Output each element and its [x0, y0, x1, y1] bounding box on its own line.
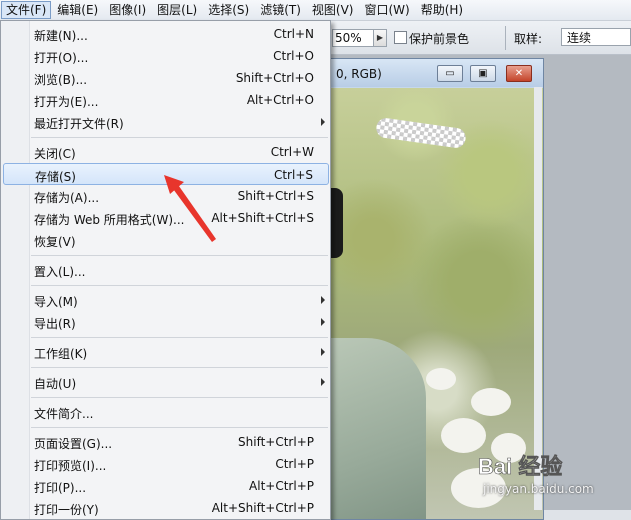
menu-item-shortcut: Ctrl+S — [273, 168, 313, 182]
photo-figure — [331, 338, 426, 519]
menu-select[interactable]: 选择(S) — [203, 1, 254, 19]
menu-item-shortcut: Shift+Ctrl+S — [237, 189, 314, 203]
menu-separator — [31, 427, 328, 428]
baidu-logo-icon: Bai 经验 — [478, 454, 563, 480]
sample-select[interactable]: 连续 — [561, 28, 631, 46]
menu-item-shortcut: Ctrl+N — [273, 27, 314, 41]
menu-item-label: 置入(L)... — [34, 265, 86, 279]
menu-help[interactable]: 帮助(H) — [416, 1, 468, 19]
sample-label: 取样: — [514, 32, 543, 46]
maximize-button[interactable]: ▣ — [470, 65, 496, 82]
menu-item-label: 新建(N)... — [34, 29, 88, 43]
watermark-url: jingyan.baidu.com — [483, 482, 594, 496]
menu-item-browse[interactable]: 浏览(B)... Shift+Ctrl+O — [3, 67, 329, 89]
menu-item-label: 打印预览(I)... — [34, 459, 107, 473]
menu-item-label: 关闭(C) — [34, 147, 76, 161]
menu-item-close[interactable]: 关闭(C) Ctrl+W — [3, 141, 329, 163]
menu-item-recent-files[interactable]: 最近打开文件(R) — [3, 111, 329, 133]
close-button[interactable]: ✕ — [506, 65, 532, 82]
menu-item-workgroup[interactable]: 工作组(K) — [3, 341, 329, 363]
menu-item-label: 打开为(E)... — [34, 95, 99, 109]
menu-item-label: 导入(M) — [34, 295, 78, 309]
menu-item-shortcut: Ctrl+O — [273, 49, 314, 63]
blossom — [471, 388, 511, 416]
submenu-arrow-icon — [321, 348, 325, 356]
menu-item-shortcut: Alt+Shift+Ctrl+P — [211, 501, 314, 515]
menu-separator — [31, 255, 328, 256]
menu-edit[interactable]: 编辑(E) — [52, 1, 103, 19]
menu-item-label: 存储(S) — [35, 170, 76, 184]
menu-layer[interactable]: 图层(L) — [152, 1, 202, 19]
menu-item-shortcut: Ctrl+P — [275, 457, 314, 471]
menu-item-label: 打印(P)... — [34, 481, 87, 495]
menu-item-shortcut: Alt+Ctrl+P — [249, 479, 314, 493]
menu-item-import[interactable]: 导入(M) — [3, 289, 329, 311]
menu-image[interactable]: 图像(I) — [104, 1, 151, 19]
submenu-arrow-icon — [321, 318, 325, 326]
menu-item-label: 恢复(V) — [34, 235, 76, 249]
menu-filter[interactable]: 滤镜(T) — [255, 1, 306, 19]
menu-item-file-info[interactable]: 文件简介... — [3, 401, 329, 423]
menu-bar: 文件(F) 编辑(E) 图像(I) 图层(L) 选择(S) 滤镜(T) 视图(V… — [0, 0, 631, 21]
menu-item-print-one-copy[interactable]: 打印一份(Y) Alt+Shift+Ctrl+P — [3, 497, 329, 519]
menu-item-label: 最近打开文件(R) — [34, 117, 124, 131]
red-arrow-annotation — [164, 175, 216, 242]
submenu-arrow-icon — [321, 118, 325, 126]
submenu-arrow-icon — [321, 296, 325, 304]
document-title: 0, RGB) — [336, 67, 382, 81]
menu-file[interactable]: 文件(F) — [1, 1, 52, 19]
document-title-bar[interactable]: 0, RGB) ▭ ▣ ✕ — [326, 59, 543, 87]
zoom-field[interactable]: 50% — [332, 29, 376, 47]
menu-item-shortcut: Shift+Ctrl+P — [238, 435, 314, 449]
transparent-area — [375, 116, 467, 150]
submenu-arrow-icon — [321, 378, 325, 386]
menu-item-page-setup[interactable]: 页面设置(G)... Shift+Ctrl+P — [3, 431, 329, 453]
photo-hair — [331, 188, 343, 258]
menu-item-label: 自动(U) — [34, 377, 77, 391]
menu-separator — [31, 397, 328, 398]
menu-item-label: 存储为(A)... — [34, 191, 100, 205]
menu-item-shortcut: Alt+Ctrl+O — [246, 93, 314, 107]
menu-item-print[interactable]: 打印(P)... Alt+Ctrl+P — [3, 475, 329, 497]
menu-separator — [31, 337, 328, 338]
menu-item-label: 页面设置(G)... — [34, 437, 113, 451]
menu-item-print-preview[interactable]: 打印预览(I)... Ctrl+P — [3, 453, 329, 475]
menu-item-label: 打开(O)... — [34, 51, 89, 65]
menu-item-open[interactable]: 打开(O)... Ctrl+O — [3, 45, 329, 67]
vertical-scrollbar[interactable] — [534, 87, 542, 510]
zoom-arrow-icon[interactable]: ▶ — [373, 29, 387, 47]
menu-item-place[interactable]: 置入(L)... — [3, 259, 329, 281]
menu-item-label: 文件简介... — [34, 407, 94, 421]
blossom — [441, 418, 486, 453]
protect-foreground-label: 保护前景色 — [409, 32, 470, 46]
protect-foreground-checkbox[interactable] — [394, 31, 407, 44]
watermark-brand: Bai 经验 — [478, 454, 562, 479]
menu-item-open-as[interactable]: 打开为(E)... Alt+Ctrl+O — [3, 89, 329, 111]
menu-view[interactable]: 视图(V) — [307, 1, 359, 19]
menu-separator — [31, 367, 328, 368]
toolbar-divider — [505, 26, 506, 50]
minimize-button[interactable]: ▭ — [437, 65, 463, 82]
blossom — [426, 368, 456, 390]
menu-separator — [31, 137, 328, 138]
menu-item-shortcut: Shift+Ctrl+O — [235, 71, 314, 85]
menu-separator — [31, 285, 328, 286]
menu-window[interactable]: 窗口(W) — [359, 1, 414, 19]
menu-item-export[interactable]: 导出(R) — [3, 311, 329, 333]
menu-item-automate[interactable]: 自动(U) — [3, 371, 329, 393]
menu-item-label: 浏览(B)... — [34, 73, 88, 87]
menu-item-label: 工作组(K) — [34, 347, 88, 361]
menu-item-shortcut: Ctrl+W — [270, 145, 314, 159]
menu-item-label: 导出(R) — [34, 317, 76, 331]
menu-item-new[interactable]: 新建(N)... Ctrl+N — [3, 23, 329, 45]
file-menu-dropdown: 新建(N)... Ctrl+N 打开(O)... Ctrl+O 浏览(B)...… — [0, 20, 331, 520]
